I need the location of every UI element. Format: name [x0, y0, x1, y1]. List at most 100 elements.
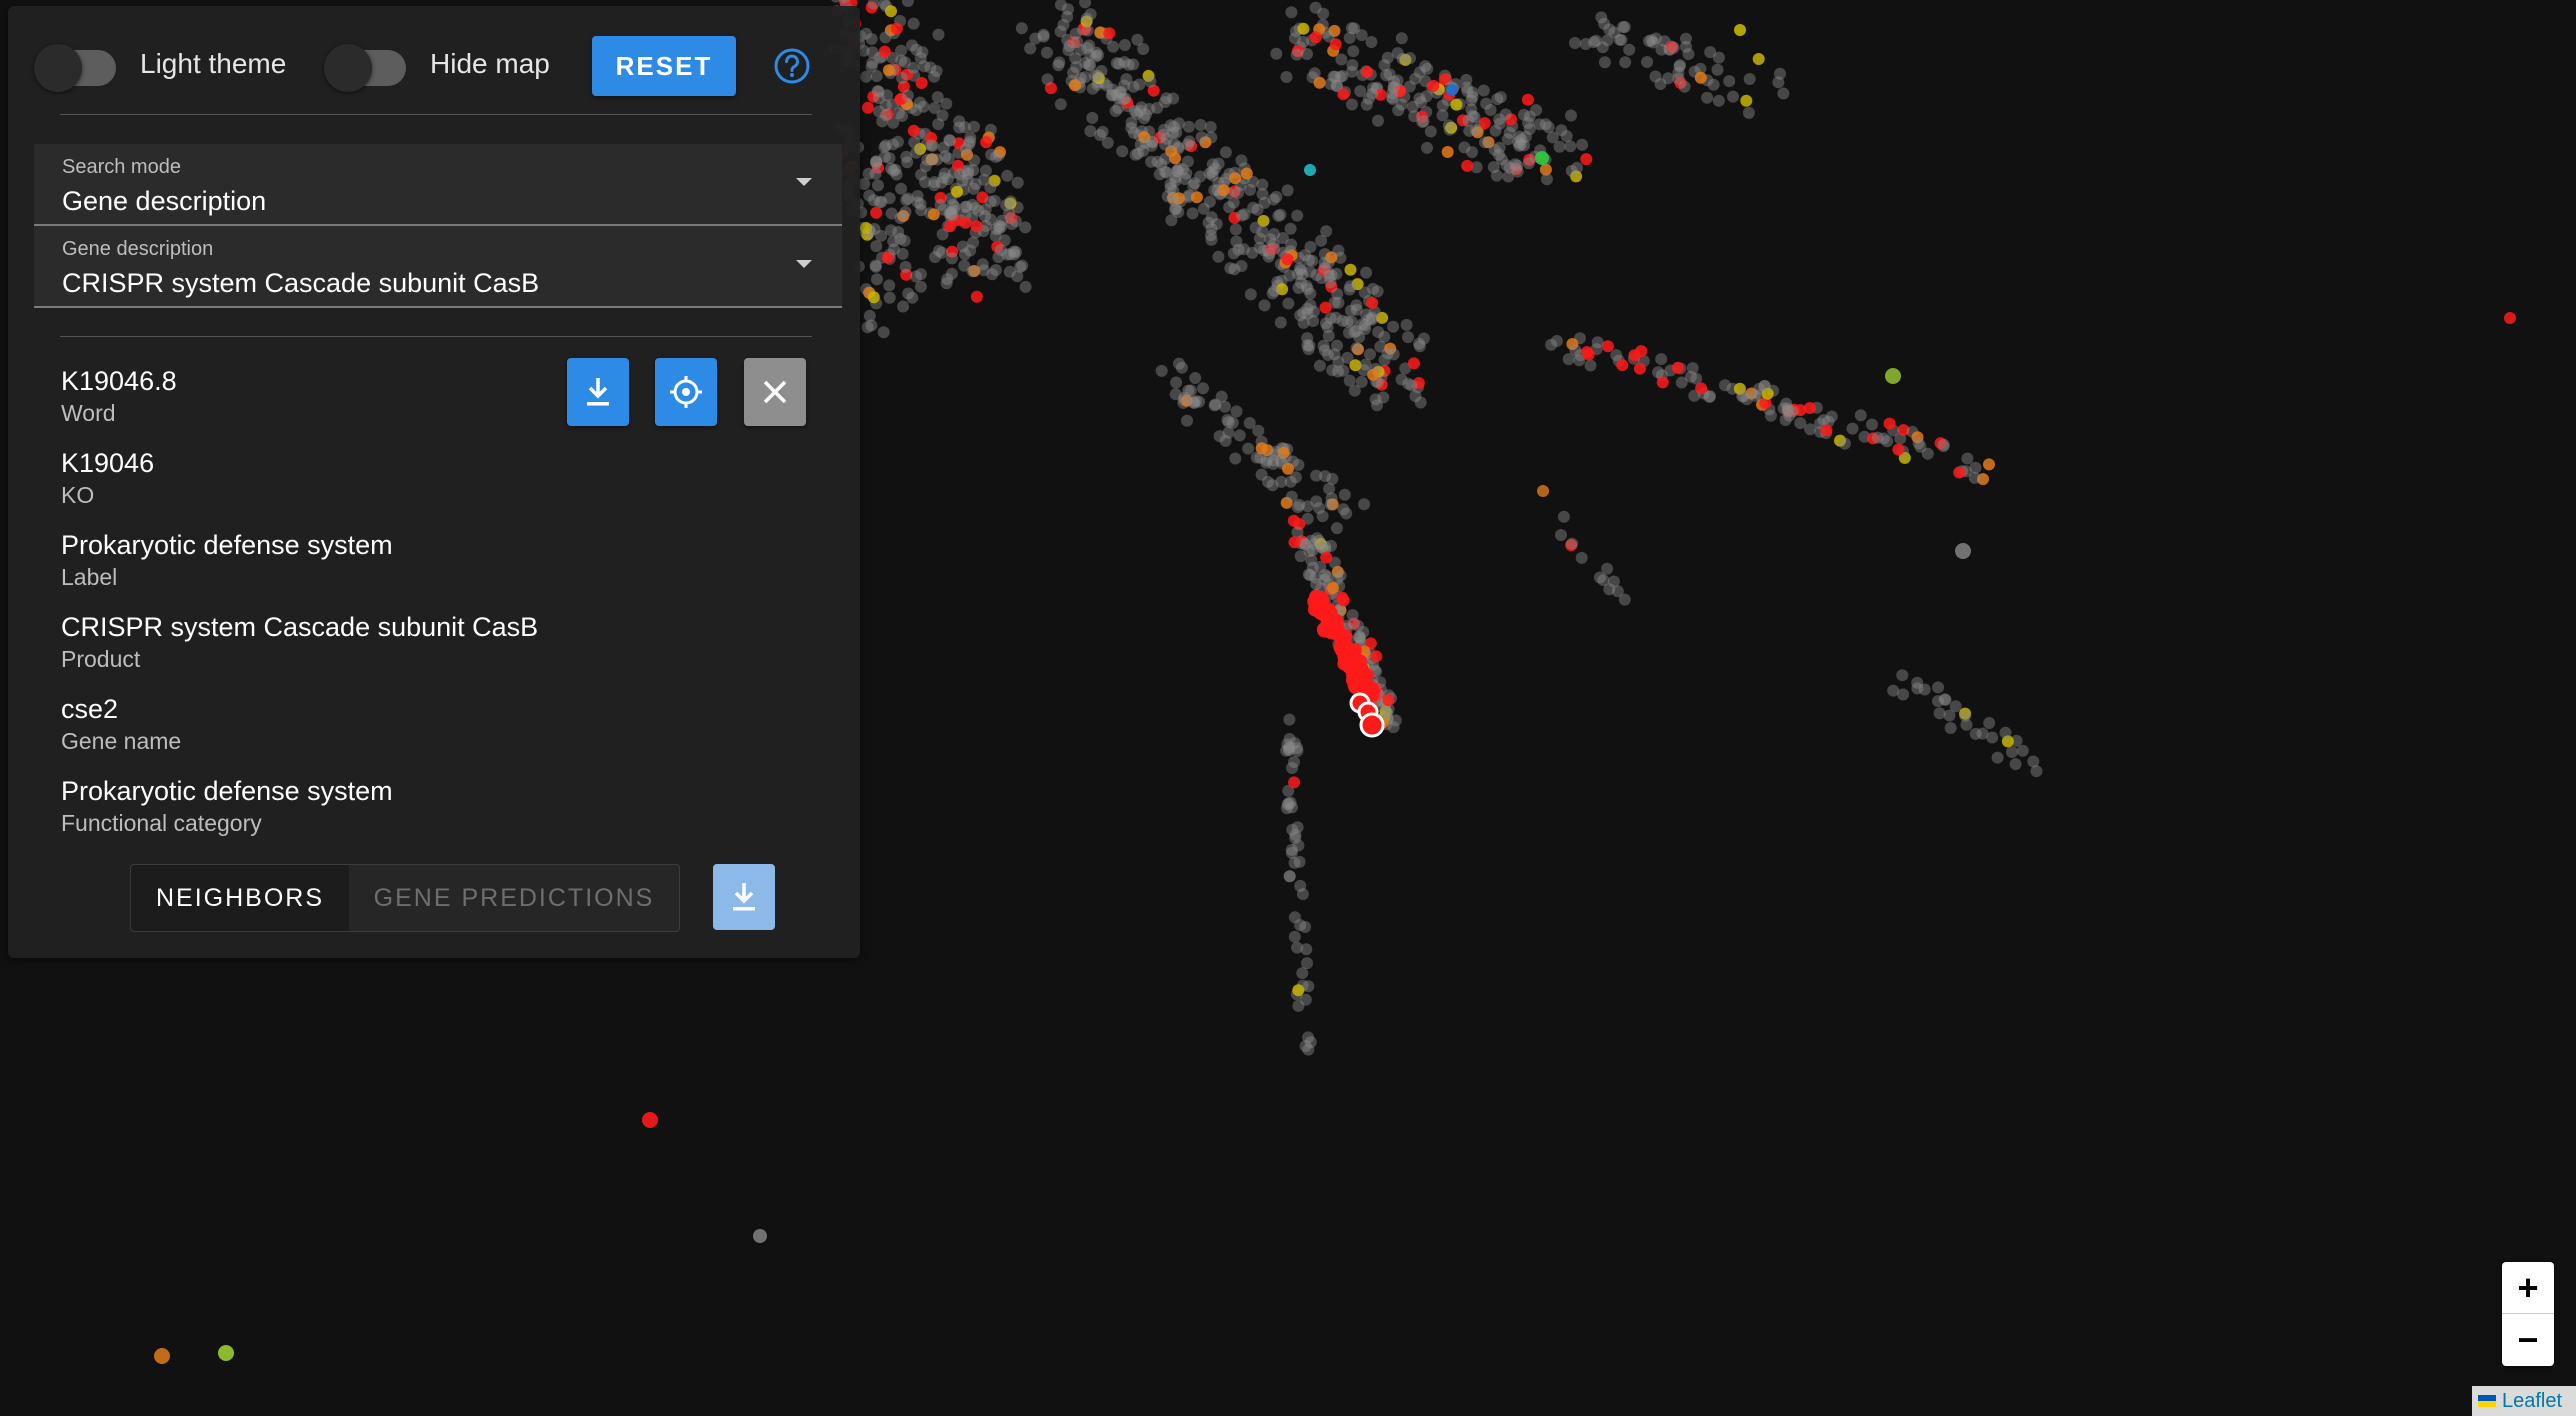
map-point[interactable] — [1270, 47, 1283, 60]
map-point[interactable] — [932, 28, 945, 41]
map-point[interactable] — [984, 195, 997, 208]
map-point[interactable] — [1405, 379, 1418, 392]
map-point[interactable] — [1052, 59, 1065, 72]
map-point[interactable] — [1054, 98, 1067, 111]
map-point[interactable] — [1285, 490, 1298, 503]
map-point[interactable] — [906, 39, 918, 52]
map-point[interactable] — [1242, 442, 1255, 455]
map-point[interactable] — [1911, 682, 1924, 695]
map-point[interactable] — [1365, 36, 1378, 48]
map-point[interactable] — [218, 1345, 234, 1361]
map-point[interactable] — [1619, 56, 1632, 69]
map-point[interactable] — [1255, 442, 1268, 455]
map-point[interactable] — [1667, 41, 1680, 54]
map-point[interactable] — [899, 260, 912, 273]
map-point[interactable] — [1168, 194, 1181, 207]
map-point[interactable] — [1618, 21, 1631, 33]
map-point[interactable] — [1961, 452, 1974, 465]
map-point[interactable] — [1299, 921, 1312, 933]
map-point[interactable] — [1086, 111, 1099, 124]
map-point[interactable] — [1565, 164, 1578, 177]
map-point[interactable] — [910, 270, 922, 283]
map-point[interactable] — [925, 139, 938, 152]
map-point[interactable] — [1983, 717, 1996, 729]
map-point[interactable] — [1040, 46, 1053, 59]
map-point[interactable] — [1846, 422, 1859, 435]
map-point[interactable] — [1160, 132, 1173, 145]
map-point[interactable] — [1297, 22, 1310, 35]
map-point[interactable] — [875, 195, 888, 208]
map-point[interactable] — [1521, 93, 1534, 106]
map-point[interactable] — [1734, 24, 1746, 36]
map-point[interactable] — [1395, 32, 1408, 45]
map-point[interactable] — [1300, 280, 1313, 292]
map-point[interactable] — [1011, 176, 1024, 189]
map-point[interactable] — [1358, 319, 1371, 332]
map-point[interactable] — [1838, 437, 1851, 450]
search-mode-select[interactable]: Search mode Gene description — [34, 144, 842, 226]
light-theme-toggle[interactable] — [34, 40, 116, 92]
map-point[interactable] — [867, 291, 880, 304]
map-point[interactable] — [953, 115, 966, 128]
map-point[interactable] — [1643, 35, 1655, 47]
map-point[interactable] — [861, 321, 874, 334]
map-point[interactable] — [1133, 78, 1146, 91]
map-point[interactable] — [1290, 48, 1303, 61]
map-point[interactable] — [1233, 429, 1246, 442]
map-point[interactable] — [1742, 106, 1755, 119]
map-point[interactable] — [892, 107, 905, 120]
map-point[interactable] — [989, 229, 1002, 242]
map-point[interactable] — [2016, 744, 2029, 757]
map-point[interactable] — [1591, 336, 1604, 349]
map-point[interactable] — [2009, 758, 2022, 771]
map-point[interactable] — [1232, 243, 1245, 256]
map-point[interactable] — [1463, 124, 1476, 137]
map-point[interactable] — [897, 300, 910, 313]
map-point[interactable] — [1777, 87, 1790, 100]
map-point[interactable] — [1302, 1043, 1315, 1056]
map-point[interactable] — [1694, 71, 1707, 84]
map-point[interactable] — [1490, 169, 1503, 182]
map-point[interactable] — [1680, 32, 1692, 45]
map-point[interactable] — [1354, 85, 1367, 98]
map-point[interactable] — [1413, 337, 1426, 350]
map-point[interactable] — [1313, 359, 1326, 372]
map-point[interactable] — [1347, 45, 1360, 58]
map-point[interactable] — [968, 154, 981, 167]
map-point[interactable] — [1286, 762, 1299, 774]
map-point[interactable] — [1294, 879, 1307, 892]
map-point[interactable] — [1193, 395, 1206, 408]
map-point[interactable] — [1219, 146, 1232, 159]
map-point[interactable] — [1533, 118, 1546, 131]
map-point[interactable] — [989, 264, 1002, 276]
map-point[interactable] — [910, 146, 923, 159]
map-point[interactable] — [865, 60, 878, 73]
map-point[interactable] — [883, 291, 896, 304]
map-point[interactable] — [1955, 543, 1971, 559]
map-point[interactable] — [1280, 71, 1293, 83]
map-point[interactable] — [1244, 288, 1257, 301]
map-point[interactable] — [1461, 159, 1474, 172]
map-point[interactable] — [1285, 6, 1298, 19]
map-point[interactable] — [1300, 943, 1313, 956]
map-point[interactable] — [1092, 49, 1104, 62]
map-point[interactable] — [1424, 125, 1437, 138]
map-point[interactable] — [1701, 91, 1714, 104]
map-point[interactable] — [885, 207, 898, 220]
map-point[interactable] — [1001, 169, 1014, 182]
map-point[interactable] — [1413, 92, 1426, 105]
map-point[interactable] — [1326, 581, 1339, 594]
map-point[interactable] — [1427, 79, 1440, 92]
map-point[interactable] — [1118, 39, 1131, 51]
map-point[interactable] — [1584, 359, 1597, 372]
map-point[interactable] — [868, 223, 881, 235]
map-point[interactable] — [1671, 361, 1684, 374]
map-point[interactable] — [870, 240, 883, 253]
map-point[interactable] — [1932, 681, 1945, 694]
map-point[interactable] — [1618, 593, 1631, 606]
map-point[interactable] — [1944, 722, 1957, 734]
map-point[interactable] — [1641, 56, 1654, 68]
map-point[interactable] — [1139, 136, 1152, 149]
map-point[interactable] — [1402, 331, 1414, 344]
map-point[interactable] — [1601, 340, 1614, 353]
